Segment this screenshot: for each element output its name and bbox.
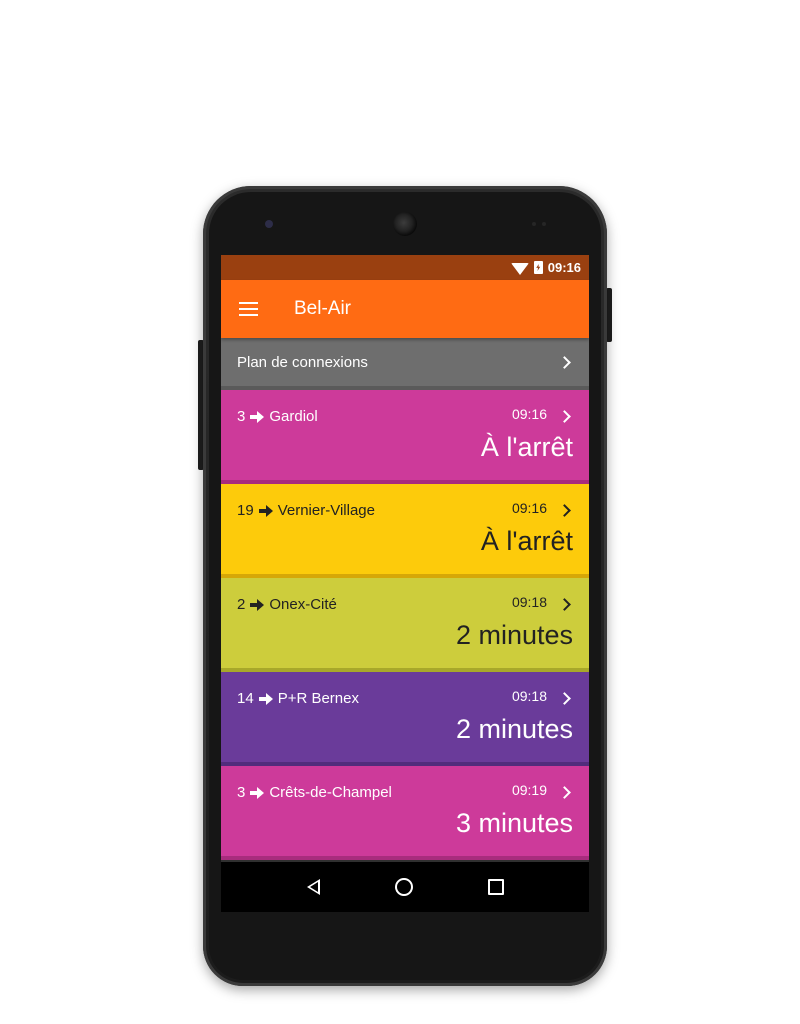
departure-eta: 2 minutes: [455, 714, 573, 744]
home-icon[interactable]: [394, 878, 413, 896]
departure-line: 3 Gardiol: [237, 408, 318, 425]
connexions-row[interactable]: Plan de connexions: [221, 338, 589, 390]
menu-icon[interactable]: [239, 302, 258, 316]
departure-eta: 2 minutes: [455, 620, 573, 650]
system-nav-bar: [221, 862, 589, 912]
recents-icon[interactable]: [487, 879, 504, 895]
departure-time: 09:16: [511, 500, 547, 516]
back-icon[interactable]: [306, 879, 320, 895]
departure-line: 2 Onex-Cité: [237, 596, 337, 613]
chevron-right-icon: [558, 692, 571, 705]
line-number: 3: [237, 784, 246, 801]
destination: P+R Bernex: [277, 690, 359, 707]
departure-eta: À l'arrêt: [480, 432, 573, 462]
chevron-right-icon: [558, 786, 571, 799]
proximity-sensor: [265, 220, 273, 228]
status-time: 09:16: [547, 260, 581, 275]
screen: 09:16 Bel-Air Plan de connexions 3 Gardi…: [221, 255, 589, 912]
departure-time: 09:16: [511, 406, 547, 422]
departure-line: 14 P+R Bernex: [237, 690, 359, 707]
destination: Onex-Cité: [269, 596, 337, 613]
connexions-label: Plan de connexions: [237, 353, 368, 371]
line-number: 14: [237, 690, 254, 707]
departure-eta: À l'arrêt: [480, 526, 573, 556]
arrow-right-icon: [250, 598, 265, 611]
app-title: Bel-Air: [294, 298, 352, 319]
destination: Crêts-de-Champel: [269, 784, 392, 801]
departure-eta: 3 minutes: [455, 808, 573, 838]
departure-card[interactable]: 19 Vernier-Village 09:16 À l'arrêt: [221, 484, 589, 578]
destination: Vernier-Village: [277, 502, 375, 519]
departure-time: 09:18: [511, 688, 547, 704]
wifi-icon: [510, 262, 529, 275]
app-bar: Bel-Air: [221, 280, 589, 338]
departure-line: 3 Crêts-de-Champel: [237, 784, 392, 801]
departures-list: 3 Gardiol 09:16 À l'arrêt 19 Vernier-Vil…: [221, 390, 589, 860]
line-number: 3: [237, 408, 246, 425]
departure-card[interactable]: 3 Gardiol 09:16 À l'arrêt: [221, 390, 589, 484]
departure-time: 09:19: [511, 782, 547, 798]
departure-card[interactable]: 3 Crêts-de-Champel 09:19 3 minutes: [221, 766, 589, 860]
chevron-right-icon: [558, 598, 571, 611]
departure-card[interactable]: 14 P+R Bernex 09:18 2 minutes: [221, 672, 589, 766]
arrow-right-icon: [250, 410, 265, 423]
line-number: 19: [237, 502, 254, 519]
destination: Gardiol: [269, 408, 318, 425]
chevron-right-icon: [558, 504, 571, 517]
departure-card[interactable]: 2 Onex-Cité 09:18 2 minutes: [221, 578, 589, 672]
status-bar: 09:16: [221, 255, 589, 280]
line-number: 2: [237, 596, 246, 613]
departure-time: 09:18: [511, 594, 547, 610]
battery-charging-icon: [533, 261, 543, 274]
chevron-right-icon: [558, 355, 571, 369]
speaker-dot: [542, 222, 546, 226]
arrow-right-icon: [258, 692, 273, 705]
departure-line: 19 Vernier-Village: [237, 502, 375, 519]
chevron-right-icon: [558, 410, 571, 423]
arrow-right-icon: [258, 504, 273, 517]
arrow-right-icon: [250, 786, 265, 799]
front-camera: [393, 212, 417, 236]
speaker-dot: [532, 222, 536, 226]
